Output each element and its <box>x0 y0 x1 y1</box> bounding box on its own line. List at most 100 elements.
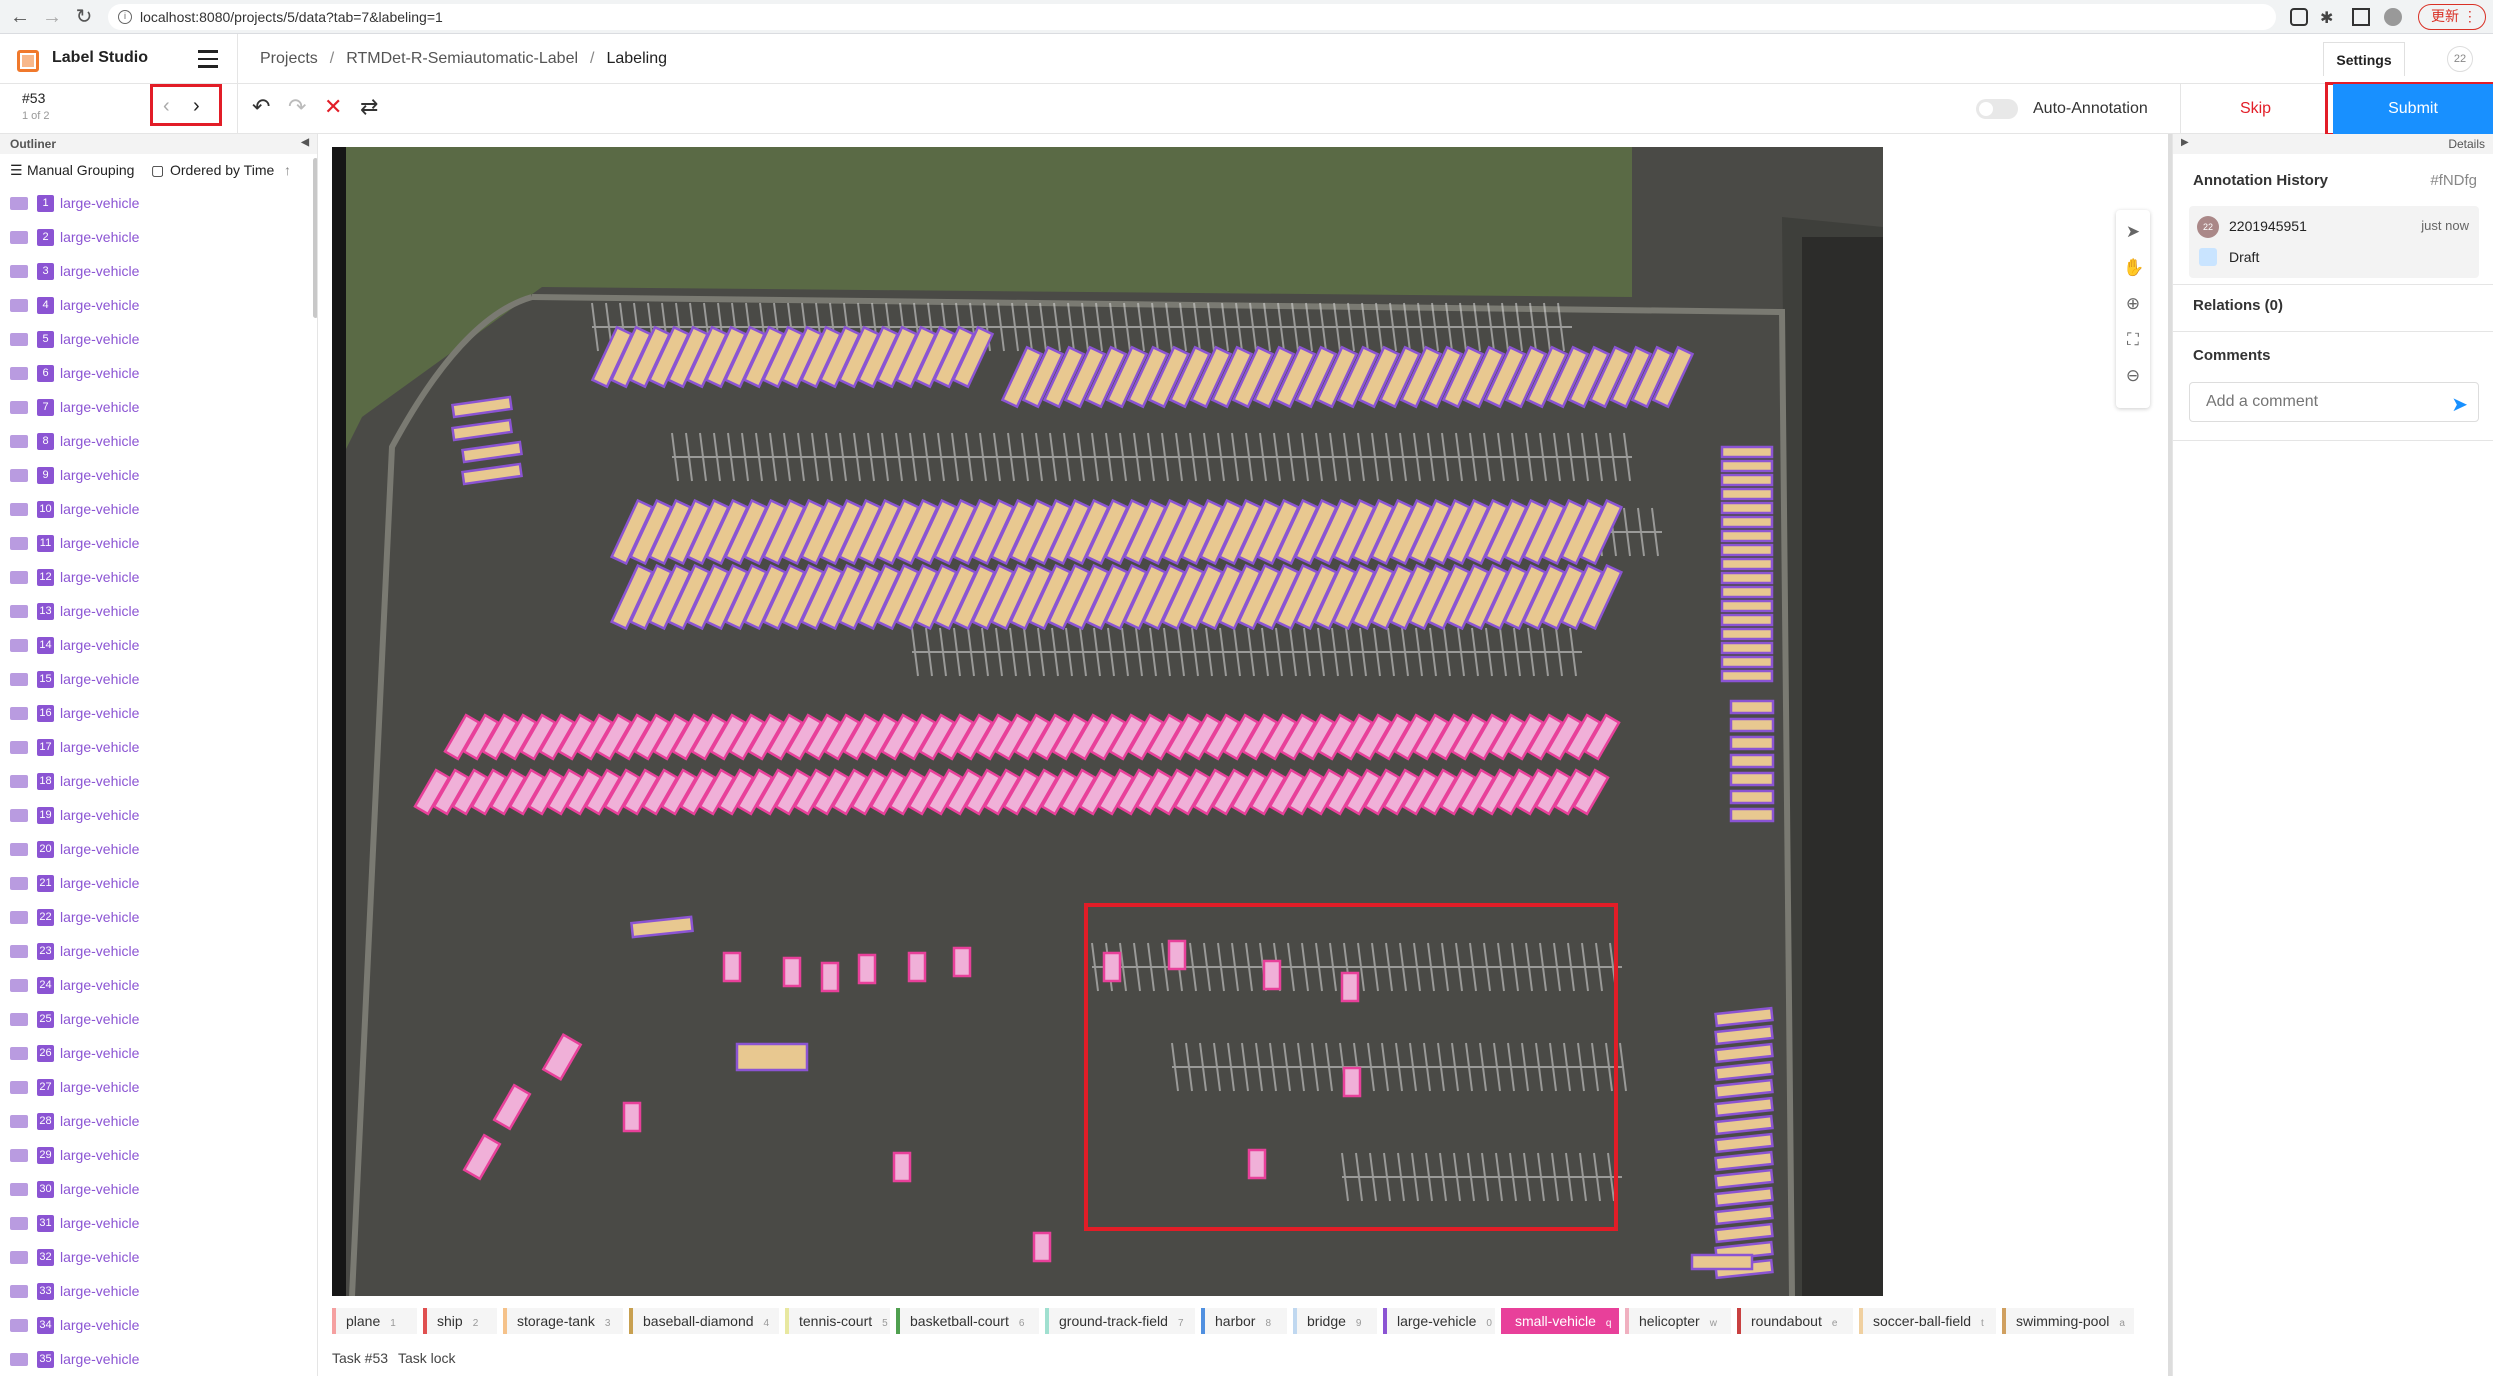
region-item[interactable]: 32 large-vehicle <box>0 1240 317 1274</box>
ordering-select[interactable]: Ordered by Time <box>170 162 274 178</box>
region-item[interactable]: 15 large-vehicle <box>0 662 317 696</box>
redo-icon[interactable]: ↷ <box>288 96 306 118</box>
breadcrumb-project[interactable]: RTMDet-R-Semiautomatic-Label <box>346 50 578 67</box>
aerial-image[interactable] <box>332 147 1883 1296</box>
region-item[interactable]: 28 large-vehicle <box>0 1104 317 1138</box>
region-number: 3 <box>37 263 54 280</box>
region-item[interactable]: 25 large-vehicle <box>0 1002 317 1036</box>
region-item[interactable]: 2 large-vehicle <box>0 220 317 254</box>
region-item[interactable]: 1 large-vehicle <box>0 186 317 220</box>
region-item[interactable]: 4 large-vehicle <box>0 288 317 322</box>
label-ship[interactable]: ship 2 <box>423 1308 497 1334</box>
label-large-vehicle[interactable]: large-vehicle 0 <box>1383 1308 1495 1334</box>
manual-grouping-select[interactable]: Manual Grouping <box>27 162 134 178</box>
send-icon[interactable]: ➤ <box>2451 392 2468 417</box>
bounding-box-icon <box>10 639 28 652</box>
undo-icon[interactable]: ↶ <box>252 96 270 118</box>
previous-task-chevron-left-icon[interactable]: ‹ <box>163 95 170 118</box>
region-item[interactable]: 27 large-vehicle <box>0 1070 317 1104</box>
region-item[interactable]: 34 large-vehicle <box>0 1308 317 1342</box>
region-label: large-vehicle <box>60 1147 140 1163</box>
update-button[interactable]: 更新 ⋮ <box>2418 4 2486 30</box>
delete-all-regions-icon[interactable]: ✕ <box>324 96 342 118</box>
label-plane[interactable]: plane 1 <box>332 1308 417 1334</box>
region-item[interactable]: 12 large-vehicle <box>0 560 317 594</box>
label-soccer-ball-field[interactable]: soccer-ball-field t <box>1859 1308 1996 1334</box>
region-item[interactable]: 26 large-vehicle <box>0 1036 317 1070</box>
region-item[interactable]: 8 large-vehicle <box>0 424 317 458</box>
breadcrumb-projects[interactable]: Projects <box>260 50 318 67</box>
label-helicopter[interactable]: helicopter w <box>1625 1308 1731 1334</box>
region-item[interactable]: 29 large-vehicle <box>0 1138 317 1172</box>
label-ground-track-field[interactable]: ground-track-field 7 <box>1045 1308 1195 1334</box>
region-item[interactable]: 17 large-vehicle <box>0 730 317 764</box>
label-storage-tank[interactable]: storage-tank 3 <box>503 1308 623 1334</box>
region-item[interactable]: 33 large-vehicle <box>0 1274 317 1308</box>
region-item[interactable]: 18 large-vehicle <box>0 764 317 798</box>
region-item[interactable]: 11 large-vehicle <box>0 526 317 560</box>
swap-icon[interactable]: ⇄ <box>360 96 378 118</box>
bounding-box-icon <box>10 775 28 788</box>
region-item[interactable]: 7 large-vehicle <box>0 390 317 424</box>
site-info-icon[interactable]: i <box>118 10 132 24</box>
comment-input[interactable] <box>2190 383 2440 421</box>
region-item[interactable]: 20 large-vehicle <box>0 832 317 866</box>
address-bar[interactable]: i localhost:8080/projects/5/data?tab=7&l… <box>108 4 2276 30</box>
relations-title[interactable]: Relations (0) <box>2193 297 2283 314</box>
region-item[interactable]: 16 large-vehicle <box>0 696 317 730</box>
region-item[interactable]: 13 large-vehicle <box>0 594 317 628</box>
region-item[interactable]: 30 large-vehicle <box>0 1172 317 1206</box>
forward-icon[interactable]: → <box>40 5 64 29</box>
region-item[interactable]: 24 large-vehicle <box>0 968 317 1002</box>
screenshot-extension-icon[interactable] <box>2290 8 2308 26</box>
zoom-in-icon[interactable]: ⊕ <box>2123 294 2143 314</box>
label-basketball-court[interactable]: basketball-court 6 <box>896 1308 1039 1334</box>
region-label: large-vehicle <box>60 467 140 483</box>
region-item[interactable]: 5 large-vehicle <box>0 322 317 356</box>
outliner-scrollbar[interactable] <box>313 158 317 318</box>
region-item[interactable]: 9 large-vehicle <box>0 458 317 492</box>
hamburger-menu-icon[interactable] <box>198 50 218 68</box>
sort-direction-arrow-up-icon[interactable]: ↑ <box>284 162 291 178</box>
settings-button[interactable]: Settings <box>2323 42 2405 76</box>
region-number: 30 <box>37 1181 54 1198</box>
label-bridge[interactable]: bridge 9 <box>1293 1308 1377 1334</box>
label-roundabout[interactable]: roundabout e <box>1737 1308 1853 1334</box>
side-panel-icon[interactable] <box>2352 8 2370 26</box>
zoom-out-icon[interactable]: ⊖ <box>2123 366 2143 386</box>
region-item[interactable]: 35 large-vehicle <box>0 1342 317 1376</box>
label-swimming-pool[interactable]: swimming-pool a <box>2002 1308 2134 1334</box>
region-item[interactable]: 14 large-vehicle <box>0 628 317 662</box>
skip-button[interactable]: Skip <box>2180 84 2330 134</box>
label-harbor[interactable]: harbor 8 <box>1201 1308 1287 1334</box>
region-item[interactable]: 19 large-vehicle <box>0 798 317 832</box>
pan-hand-icon[interactable]: ✋ <box>2123 258 2144 278</box>
label-small-vehicle[interactable]: small-vehicle q <box>1501 1308 1619 1334</box>
label-baseball-diamond[interactable]: baseball-diamond 4 <box>629 1308 779 1334</box>
collapse-left-icon[interactable]: ◀ <box>301 137 309 148</box>
extensions-puzzle-icon[interactable]: ✱ <box>2320 8 2338 27</box>
back-icon[interactable]: ← <box>8 5 32 29</box>
grouping-menu-icon[interactable]: ☰ <box>10 162 23 179</box>
expand-right-icon[interactable]: ▶ <box>2181 137 2189 148</box>
submit-button[interactable]: Submit <box>2333 84 2493 134</box>
region-item[interactable]: 23 large-vehicle <box>0 934 317 968</box>
region-item[interactable]: 3 large-vehicle <box>0 254 317 288</box>
fit-to-screen-icon[interactable]: ⛶ <box>2123 330 2143 350</box>
region-item[interactable]: 21 large-vehicle <box>0 866 317 900</box>
auto-annotation-toggle[interactable] <box>1976 99 2018 119</box>
user-count-badge[interactable]: 22 <box>2447 46 2473 72</box>
label-tennis-court[interactable]: tennis-court 5 <box>785 1308 890 1334</box>
bounding-box-icon <box>10 979 28 992</box>
region-item[interactable]: 22 large-vehicle <box>0 900 317 934</box>
region-item[interactable]: 6 large-vehicle <box>0 356 317 390</box>
region-item[interactable]: 31 large-vehicle <box>0 1206 317 1240</box>
annotation-history-item[interactable]: 22 2201945951 just now Draft <box>2189 206 2479 278</box>
reload-icon[interactable]: ↻ <box>72 5 96 29</box>
next-task-chevron-right-icon[interactable]: › <box>193 95 200 118</box>
bounding-box-icon <box>10 673 28 686</box>
profile-avatar[interactable] <box>2384 8 2402 26</box>
region-item[interactable]: 10 large-vehicle <box>0 492 317 526</box>
region-label: large-vehicle <box>60 1045 140 1061</box>
select-cursor-icon[interactable]: ➤ <box>2123 222 2143 242</box>
